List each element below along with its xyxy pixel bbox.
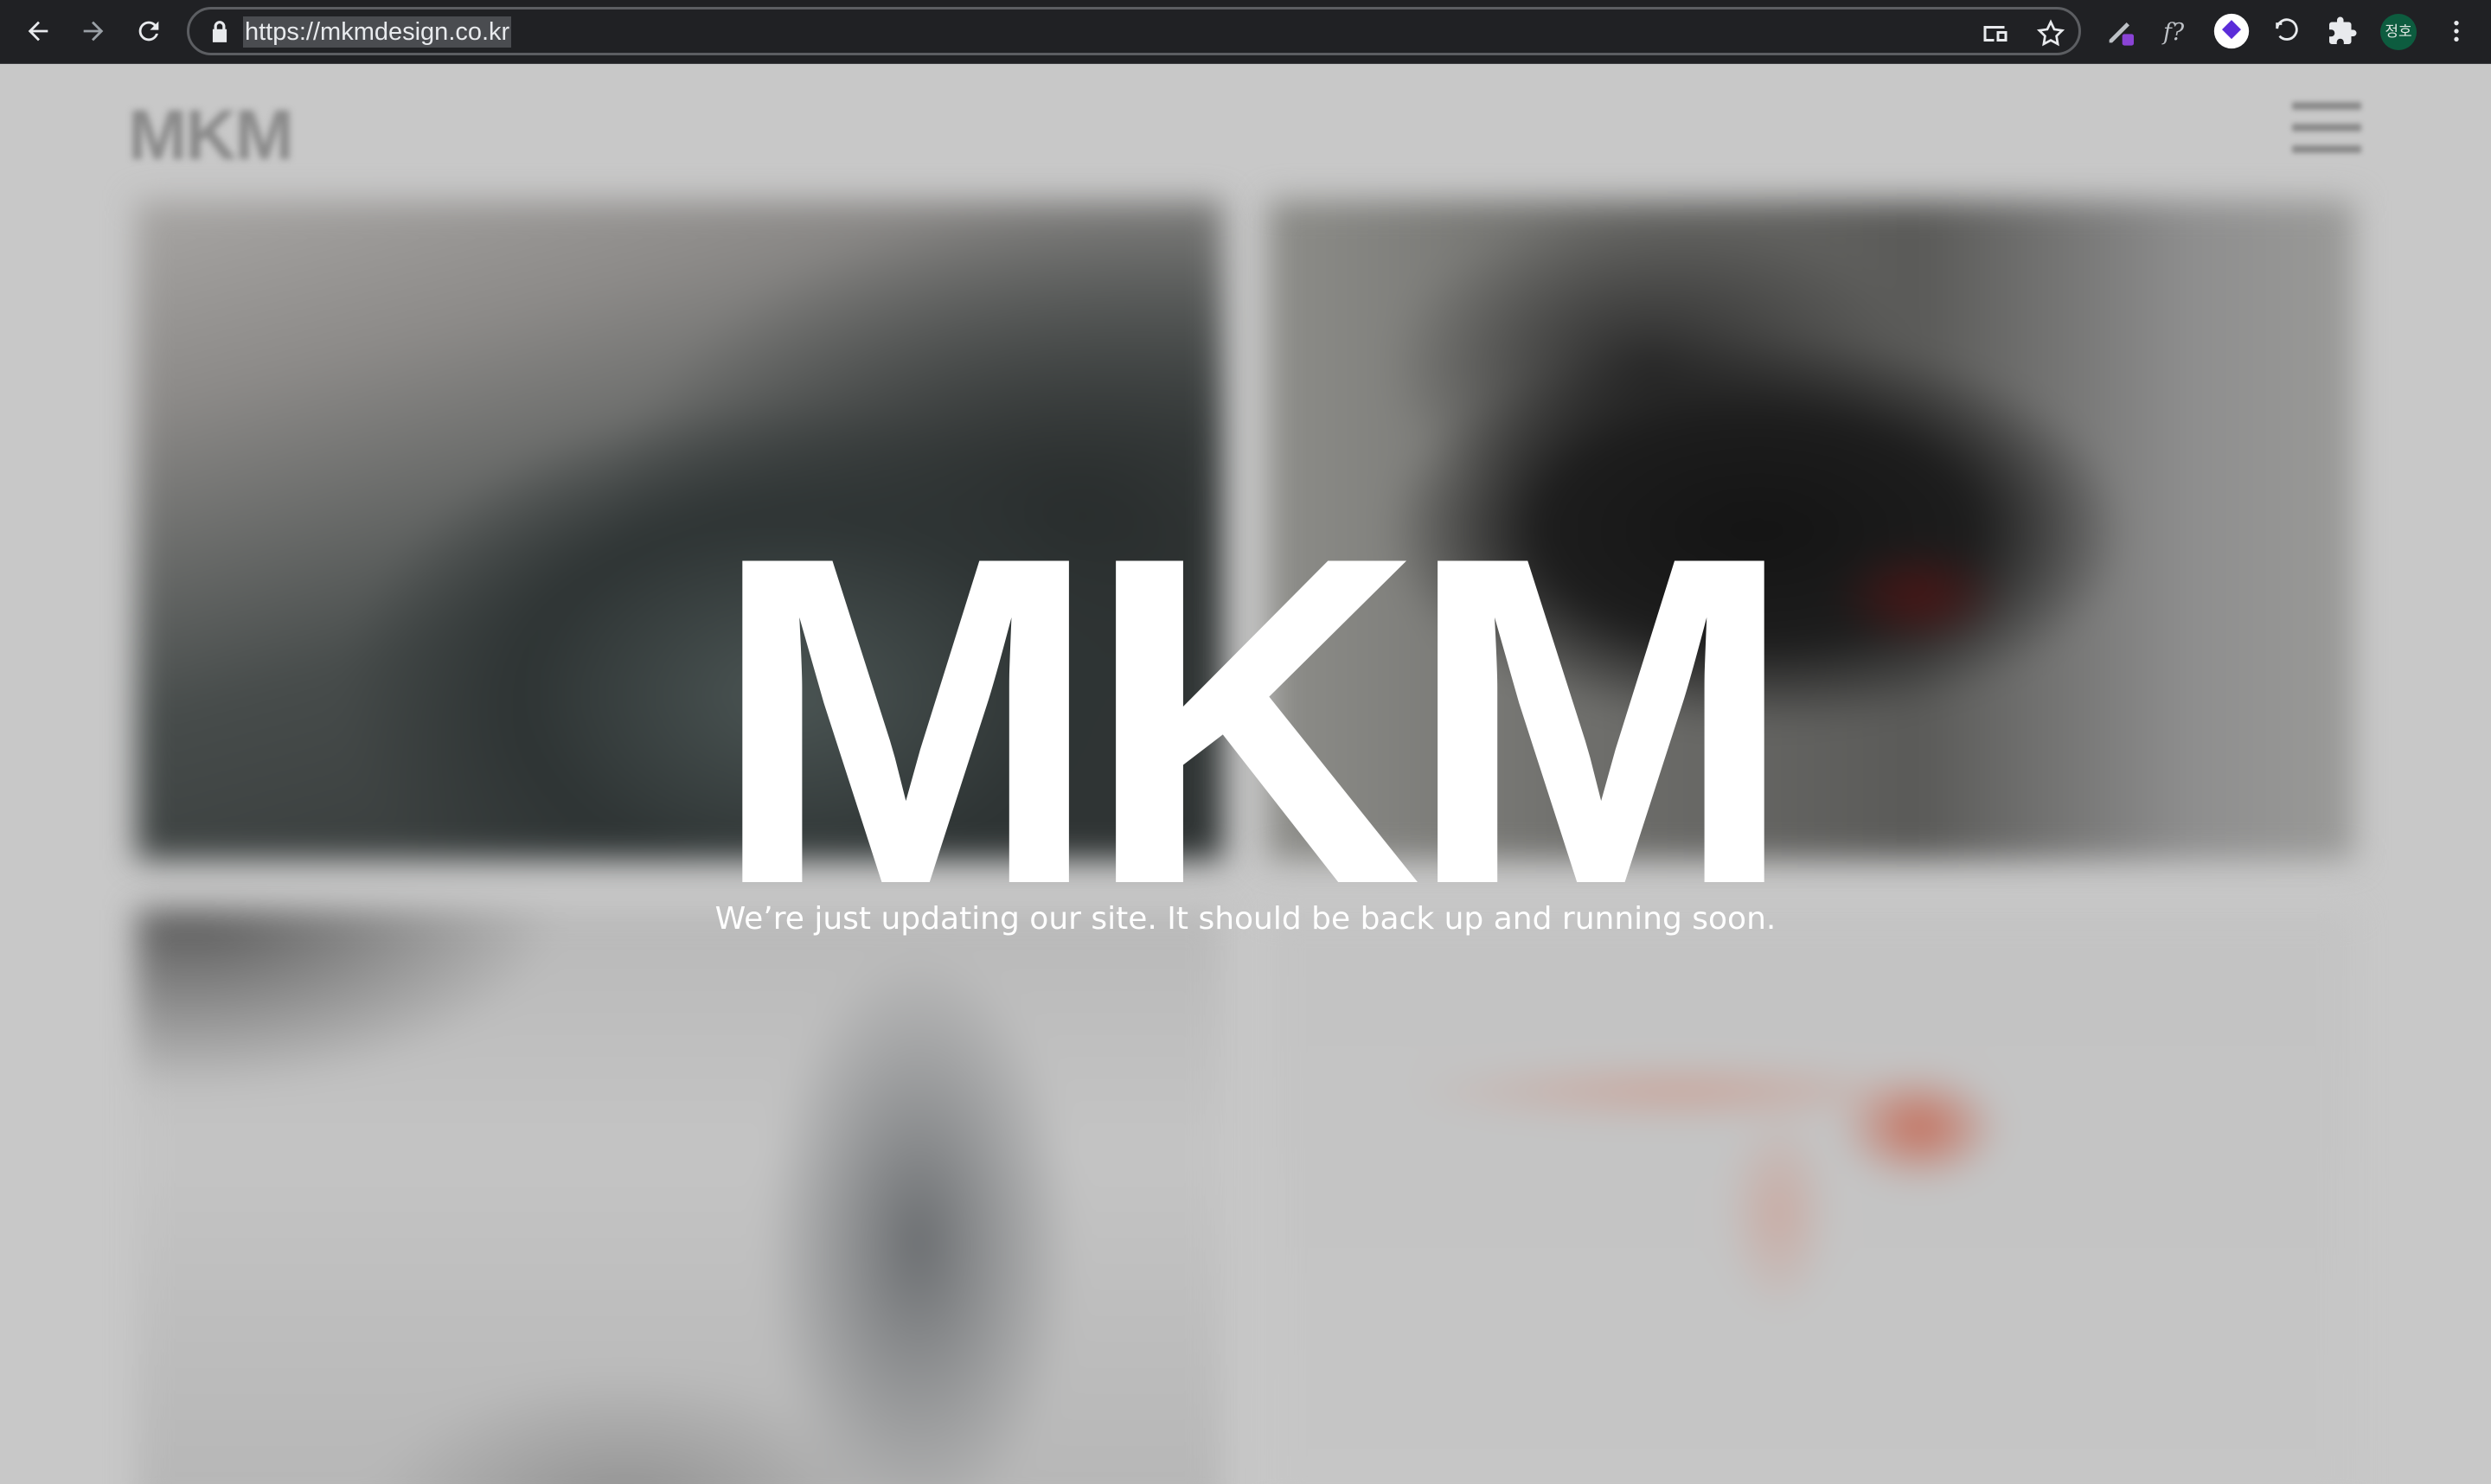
star-icon[interactable]: [2035, 18, 2066, 49]
browser-toolbar: https://mkmdesign.co.kr f? 정호: [0, 0, 2491, 64]
puzzle-icon[interactable]: [2323, 12, 2361, 50]
forward-button[interactable]: [74, 12, 112, 50]
site-logo: MKM: [128, 96, 294, 175]
cast-icon[interactable]: [1980, 18, 2011, 49]
url-text[interactable]: https://mkmdesign.co.kr: [243, 16, 512, 48]
hamburger-icon: [2292, 102, 2361, 164]
reload-icon: [138, 21, 159, 42]
address-bar[interactable]: https://mkmdesign.co.kr: [187, 7, 2081, 55]
profile-avatar[interactable]: 정호: [2380, 14, 2417, 50]
extension-diamond-icon[interactable]: [2212, 12, 2251, 50]
lock-icon: [212, 21, 227, 42]
portfolio-image-3: [137, 910, 1223, 1484]
portfolio-image-4: [1268, 910, 2354, 1484]
extension-formula-icon[interactable]: f?: [2157, 12, 2195, 50]
page-content: MKM MKM We’re just updating our site. It…: [0, 64, 2491, 1484]
extension-pen-icon[interactable]: [2102, 12, 2140, 50]
arrow-right-icon: [83, 21, 104, 42]
maintenance-title: MKM: [711, 460, 1796, 982]
kebab-menu-icon[interactable]: [2437, 12, 2475, 50]
extension-undo-icon[interactable]: [2268, 12, 2306, 50]
back-button[interactable]: [19, 12, 57, 50]
arrow-left-icon: [28, 21, 48, 42]
svg-text:f?: f?: [2161, 19, 2185, 46]
maintenance-message: We’re just updating our site. It should …: [714, 901, 1777, 937]
reload-button[interactable]: [130, 12, 168, 50]
